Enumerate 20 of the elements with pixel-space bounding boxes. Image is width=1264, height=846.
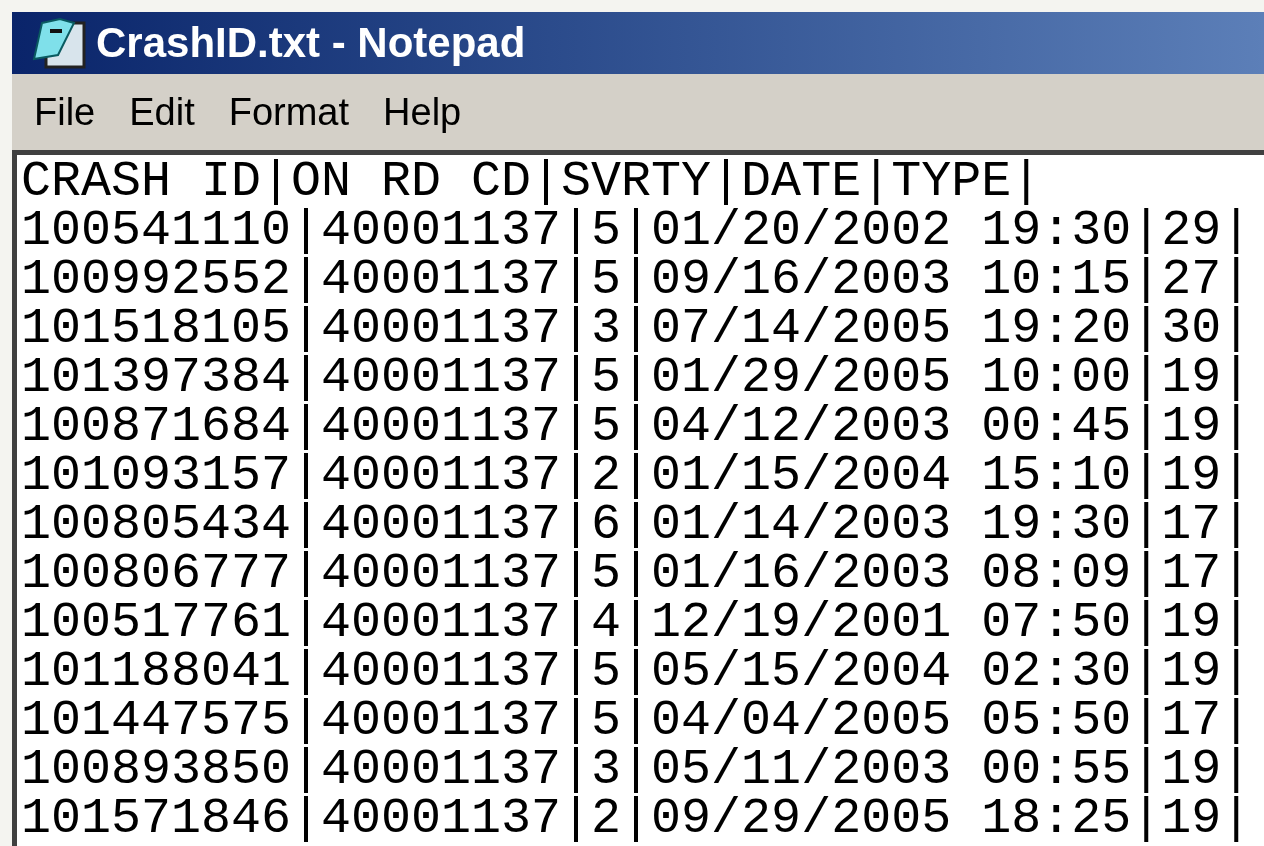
text-line: 101571846|40001137|2|09/29/2005 18:25|19| <box>21 794 1252 843</box>
text-line: 100992552|40001137|5|09/16/2003 10:15|27| <box>21 255 1252 304</box>
text-line: CRASH ID|ON RD CD|SVRTY|DATE|TYPE| <box>21 157 1042 206</box>
text-line: 101188041|40001137|5|05/15/2004 02:30|19| <box>21 647 1252 696</box>
window-title: CrashID.txt - Notepad <box>96 22 526 64</box>
text-line: 100805434|40001137|6|01/14/2003 19:30|17| <box>21 500 1252 549</box>
text-line: 100806777|40001137|5|01/16/2003 08:09|17| <box>21 549 1252 598</box>
menu-item[interactable]: Help <box>375 93 470 131</box>
text-line: 100871684|40001137|5|04/12/2003 00:45|19| <box>21 402 1252 451</box>
text-line: 100893850|40001137|3|05/11/2003 00:55|19| <box>21 745 1252 794</box>
text-line: 101093157|40001137|2|01/15/2004 15:10|19| <box>21 451 1252 500</box>
text-line: 100541110|40001137|5|01/20/2002 19:30|29| <box>21 206 1252 255</box>
menu-item[interactable]: File <box>26 93 104 131</box>
text-line: 100517761|40001137|4|12/19/2001 07:50|19| <box>21 598 1252 647</box>
text-area[interactable] <box>12 150 1264 846</box>
text-line: 101518105|40001137|3|07/14/2005 19:20|30| <box>21 304 1252 353</box>
menu-item[interactable]: Edit <box>121 93 203 131</box>
text-line: 101447575|40001137|5|04/04/2005 05:50|17| <box>21 696 1252 745</box>
text-line: 101397384|40001137|5|01/29/2005 10:00|19| <box>21 353 1252 402</box>
menu-item[interactable]: Format <box>220 93 358 131</box>
